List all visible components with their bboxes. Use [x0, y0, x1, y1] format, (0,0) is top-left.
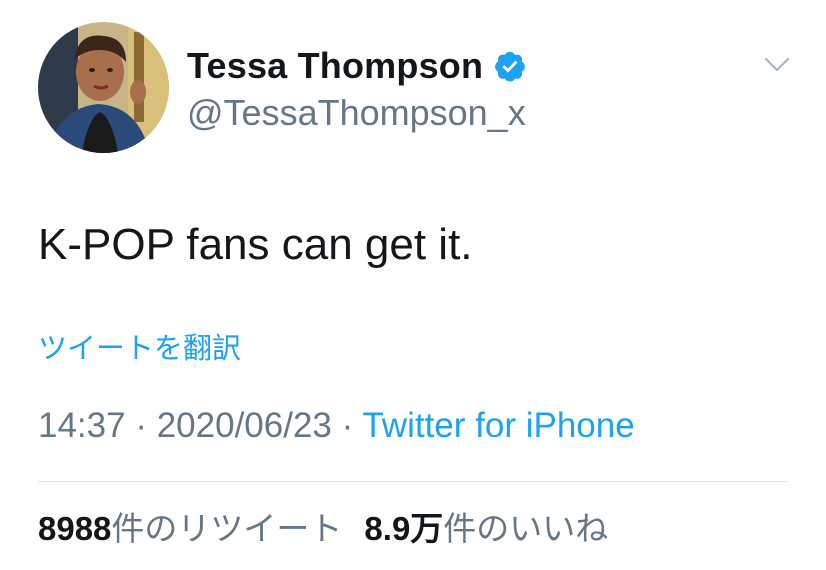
meta-separator: ·: [125, 406, 157, 445]
tweet-meta: 14:37 · 2020/06/23 · Twitter for iPhone: [38, 404, 635, 448]
retweets-stat[interactable]: 8988件のリツイート: [38, 508, 342, 550]
chevron-down-icon: [764, 57, 790, 72]
tweet-card: Tessa Thompson @TessaThompson_x K-POP fa…: [0, 0, 826, 570]
translate-tweet-link[interactable]: ツイートを翻訳: [38, 330, 241, 368]
likes-label: 件のいいね: [443, 510, 609, 547]
tweet-text: K-POP fans can get it.: [38, 220, 473, 269]
author-handle[interactable]: @TessaThompson_x: [187, 91, 526, 135]
tweet-source-link[interactable]: Twitter for iPhone: [362, 406, 634, 445]
tweet-menu-button[interactable]: [764, 56, 790, 74]
tweet-date[interactable]: 2020/06/23: [157, 406, 332, 445]
likes-stat[interactable]: 8.9万件のいいね: [364, 508, 608, 550]
tweet-stats: 8988件のリツイート 8.9万件のいいね: [38, 508, 608, 550]
retweets-count: 8988: [38, 510, 112, 547]
verified-badge-icon: [495, 51, 526, 82]
retweets-label: 件のリツイート: [111, 510, 343, 547]
author-display-name[interactable]: Tessa Thompson: [187, 44, 483, 88]
likes-count: 8.9万: [364, 510, 444, 547]
tweet-time[interactable]: 14:37: [38, 406, 126, 445]
meta-separator: ·: [331, 406, 363, 445]
avatar[interactable]: [38, 22, 169, 153]
author-name-row: Tessa Thompson: [187, 44, 527, 88]
divider: [38, 481, 788, 482]
avatar-photo: [38, 22, 169, 153]
